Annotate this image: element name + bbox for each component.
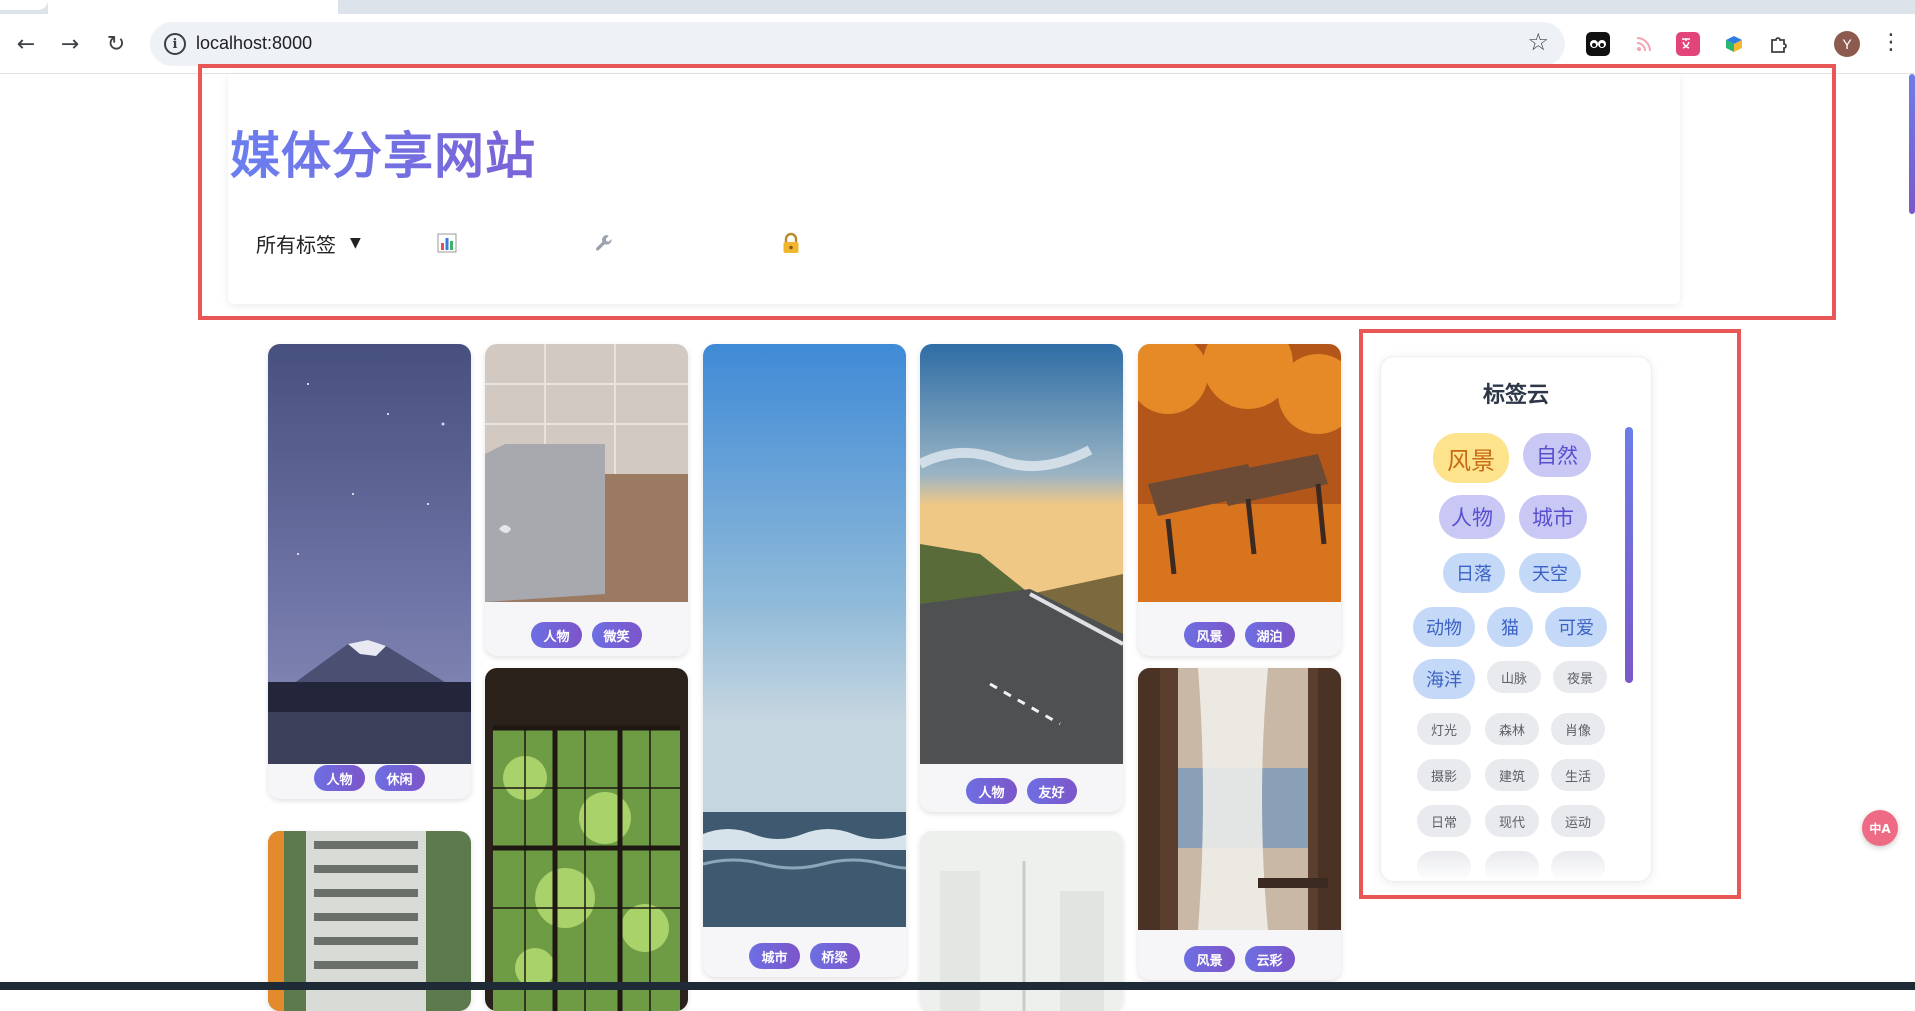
cloud-tag[interactable]: 山脉 [1487, 661, 1541, 693]
cloud-tag[interactable]: 日常 [1417, 805, 1471, 837]
site-info-icon[interactable]: i [164, 33, 186, 55]
extensions-puzzle-icon[interactable] [1766, 32, 1790, 56]
card-tags: 风景 云彩 [1138, 946, 1341, 972]
cloud-tag[interactable]: 日落 [1443, 553, 1505, 593]
tag-pill[interactable]: 人物 [314, 765, 365, 791]
cloud-tag[interactable]: 可爱 [1545, 607, 1607, 647]
tag-pill[interactable]: 风景 [1184, 946, 1235, 972]
address-bar[interactable]: i localhost:8000 ☆ [150, 22, 1565, 66]
tag-cloud-fade [1381, 851, 1651, 881]
cloud-tag[interactable]: 天空 [1519, 553, 1581, 593]
reload-icon[interactable]: ↻ [102, 30, 130, 58]
bookmark-star-icon[interactable]: ☆ [1527, 28, 1549, 56]
lock-icon[interactable] [778, 230, 804, 256]
cloud-tag[interactable]: 风景 [1433, 433, 1509, 483]
tag-pill[interactable]: 人物 [531, 622, 582, 648]
tag-pill[interactable]: 城市 [749, 943, 800, 969]
translate-float-icon[interactable]: 中A [1862, 810, 1898, 846]
tag-cloud-scrollbar[interactable] [1625, 427, 1633, 683]
media-image-autumn-bench[interactable] [1138, 344, 1341, 602]
back-icon[interactable]: ← [12, 30, 40, 58]
media-card[interactable]: 人物 休闲 [268, 344, 471, 799]
tag-filter-select[interactable]: 所有标签 ▼ [256, 226, 388, 260]
cloud-tag[interactable]: 森林 [1485, 713, 1539, 745]
extension-rss-icon[interactable] [1632, 32, 1656, 56]
media-card[interactable] [485, 668, 688, 1011]
tag-cloud-title: 标签云 [1482, 383, 1549, 408]
tag-pill[interactable]: 湖泊 [1244, 622, 1295, 648]
tag-pill[interactable]: 风景 [1184, 622, 1235, 648]
tag-pill[interactable]: 云彩 [1244, 946, 1295, 972]
forward-icon[interactable]: → [56, 30, 84, 58]
tag-cloud-list: 风景 自然 人物 城市 日落 天空 动物 猫 可爱 海洋 山脉 夜景 灯光 森林… [1381, 417, 1651, 881]
tag-pill[interactable]: 微笑 [591, 622, 642, 648]
card-tags: 人物 休闲 [268, 765, 471, 791]
tag-pill[interactable]: 桥梁 [809, 943, 860, 969]
extension-translate-icon[interactable] [1676, 32, 1700, 56]
cloud-tag[interactable]: 自然 [1523, 433, 1591, 477]
cloud-tag[interactable]: 人物 [1439, 495, 1505, 539]
chevron-down-icon: ▼ [350, 235, 361, 251]
chart-icon[interactable] [434, 230, 460, 256]
cloud-tag[interactable]: 摄影 [1417, 759, 1471, 791]
media-image-coastal-road[interactable] [920, 344, 1123, 764]
cloud-tag[interactable]: 猫 [1487, 607, 1533, 647]
extension-cube-icon[interactable] [1722, 32, 1746, 56]
media-image-laptop[interactable] [485, 344, 688, 602]
browser-toolbar: ← → ↻ i localhost:8000 ☆ Y ⋮ [0, 14, 1915, 74]
tag-pill[interactable]: 休闲 [374, 765, 425, 791]
cloud-tag[interactable]: 运动 [1551, 805, 1605, 837]
cloud-tag[interactable]: 动物 [1413, 607, 1475, 647]
profile-avatar[interactable]: Y [1834, 31, 1860, 57]
media-card[interactable]: 人物 微笑 [485, 344, 688, 656]
tag-cloud-panel: 标签云 风景 自然 人物 城市 日落 天空 动物 猫 可爱 海洋 山脉 夜景 灯… [1380, 356, 1652, 882]
media-card[interactable]: 城市 桥梁 [703, 344, 906, 977]
tag-pill[interactable]: 友好 [1026, 778, 1077, 804]
wrench-icon[interactable] [591, 230, 617, 256]
card-tags: 城市 桥梁 [703, 943, 906, 969]
cloud-tag[interactable]: 灯光 [1417, 713, 1471, 745]
cloud-tag[interactable]: 海洋 [1413, 659, 1475, 699]
media-image-curtain-window[interactable] [1138, 668, 1341, 930]
card-tags: 人物 友好 [920, 778, 1123, 804]
tag-filter-value: 所有标签 [256, 232, 336, 257]
tab-strip [0, 0, 1915, 14]
card-tags: 人物 微笑 [485, 622, 688, 648]
media-image-window-garden[interactable] [485, 668, 688, 1011]
page-viewport: 媒体分享网站 所有标签 ▼ 人物 休闲 人物 微笑 城市 桥梁 人物 友好 风景… [0, 64, 1915, 1011]
cloud-tag[interactable]: 城市 [1519, 495, 1587, 539]
extension-eyes-icon[interactable] [1586, 32, 1610, 56]
cloud-tag[interactable]: 夜景 [1553, 661, 1607, 693]
media-image-ocean-sky[interactable] [703, 344, 906, 927]
cloud-tag[interactable]: 生活 [1551, 759, 1605, 791]
media-image-mountain-night[interactable] [268, 344, 471, 764]
tag-pill[interactable]: 人物 [966, 778, 1017, 804]
site-title: 媒体分享网站 [230, 116, 536, 188]
cloud-tag[interactable]: 肖像 [1551, 713, 1605, 745]
site-header: 媒体分享网站 所有标签 ▼ [228, 74, 1680, 304]
os-taskbar [0, 982, 1915, 990]
url-text[interactable]: localhost:8000 [196, 33, 312, 54]
cloud-tag[interactable]: 建筑 [1485, 759, 1539, 791]
tab-strip-gap [48, 0, 338, 14]
more-menu-icon[interactable]: ⋮ [1880, 30, 1902, 55]
media-card[interactable]: 风景 云彩 [1138, 668, 1341, 980]
media-card[interactable]: 风景 湖泊 [1138, 344, 1341, 656]
page-scrollbar[interactable] [1909, 74, 1915, 214]
card-tags: 风景 湖泊 [1138, 622, 1341, 648]
active-tab[interactable] [0, 0, 48, 10]
media-card[interactable]: 人物 友好 [920, 344, 1123, 812]
cloud-tag[interactable]: 现代 [1485, 805, 1539, 837]
